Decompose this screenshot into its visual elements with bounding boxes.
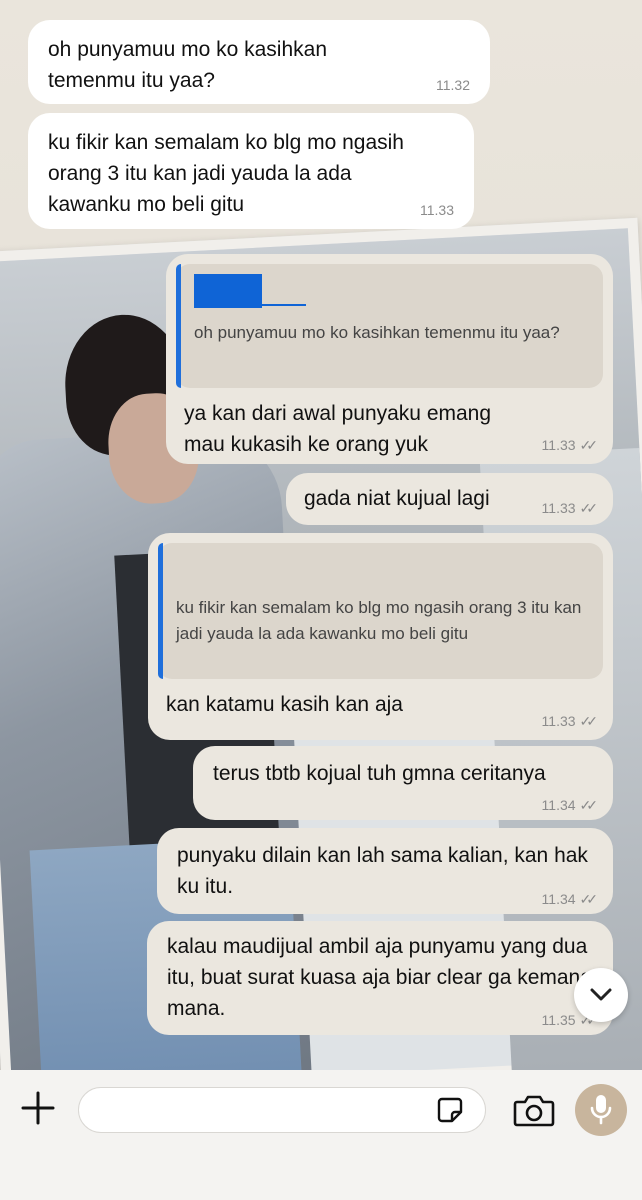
double-check-icon: ✓✓	[579, 437, 599, 453]
message-bubble-outgoing[interactable]: ku fikir kan semalam ko blg mo ngasih or…	[148, 533, 613, 740]
message-text: kalau maudijual ambil aja punyamu yang d…	[167, 935, 592, 1020]
quoted-text: ku fikir kan semalam ko blg mo ngasih or…	[176, 598, 582, 643]
camera-icon	[513, 1095, 555, 1127]
message-text: ku fikir kan semalam ko blg mo ngasih or…	[48, 131, 404, 216]
message-time: 11.32	[436, 77, 470, 93]
voice-message-button[interactable]	[575, 1084, 627, 1136]
message-text: terus tbtb kojual tuh gmna ceritanya	[213, 762, 546, 785]
double-check-icon: ✓✓	[579, 713, 599, 729]
message-text: oh punyamuu mo ko kasihkan temenmu itu y…	[48, 38, 327, 92]
message-time: 11.33 ✓✓	[541, 500, 599, 516]
message-bubble-outgoing[interactable]: oh punyamuu mo ko kasihkan temenmu itu y…	[166, 254, 613, 464]
message-input-field[interactable]	[78, 1087, 486, 1133]
sticker-icon	[437, 1097, 463, 1123]
chevron-down-icon	[590, 988, 612, 1001]
message-text: ya kan dari awal punyaku emang mau kukas…	[184, 402, 492, 456]
microphone-icon	[590, 1095, 612, 1125]
quoted-message[interactable]: oh punyamuu mo ko kasihkan temenmu itu y…	[176, 264, 603, 388]
message-text: kan katamu kasih kan aja	[166, 693, 403, 716]
attach-button[interactable]	[18, 1088, 58, 1128]
message-input[interactable]	[95, 1096, 435, 1124]
message-time: 11.33 ✓✓	[541, 437, 599, 453]
plus-icon	[21, 1091, 55, 1125]
message-time: 11.34 ✓✓	[541, 891, 599, 907]
scroll-to-bottom-button[interactable]	[574, 968, 628, 1022]
double-check-icon: ✓✓	[579, 797, 599, 813]
message-bubble-incoming[interactable]: ku fikir kan semalam ko blg mo ngasih or…	[28, 113, 474, 229]
message-text: punyaku dilain kan lah sama kalian, kan …	[177, 844, 588, 898]
quoted-text: oh punyamuu mo ko kasihkan temenmu itu y…	[194, 323, 560, 342]
camera-button[interactable]	[513, 1092, 555, 1128]
message-bubble-outgoing[interactable]: terus tbtb kojual tuh gmna ceritanya 11.…	[193, 746, 613, 820]
sticker-button[interactable]	[436, 1096, 464, 1124]
message-bubble-outgoing[interactable]: punyaku dilain kan lah sama kalian, kan …	[157, 828, 613, 914]
quoted-sender-redacted	[194, 274, 589, 308]
message-bubble-outgoing[interactable]: gada niat kujual lagi 11.33 ✓✓	[286, 473, 613, 525]
double-check-icon: ✓✓	[579, 500, 599, 516]
message-time: 11.34 ✓✓	[541, 797, 599, 813]
message-time: 11.33	[420, 202, 454, 218]
message-bubble-outgoing[interactable]: kalau maudijual ambil aja punyamu yang d…	[147, 921, 613, 1035]
quoted-message[interactable]: ku fikir kan semalam ko blg mo ngasih or…	[158, 543, 603, 679]
message-bubble-incoming[interactable]: oh punyamuu mo ko kasihkan temenmu itu y…	[28, 20, 490, 104]
message-time: 11.33 ✓✓	[541, 713, 599, 729]
double-check-icon: ✓✓	[579, 891, 599, 907]
